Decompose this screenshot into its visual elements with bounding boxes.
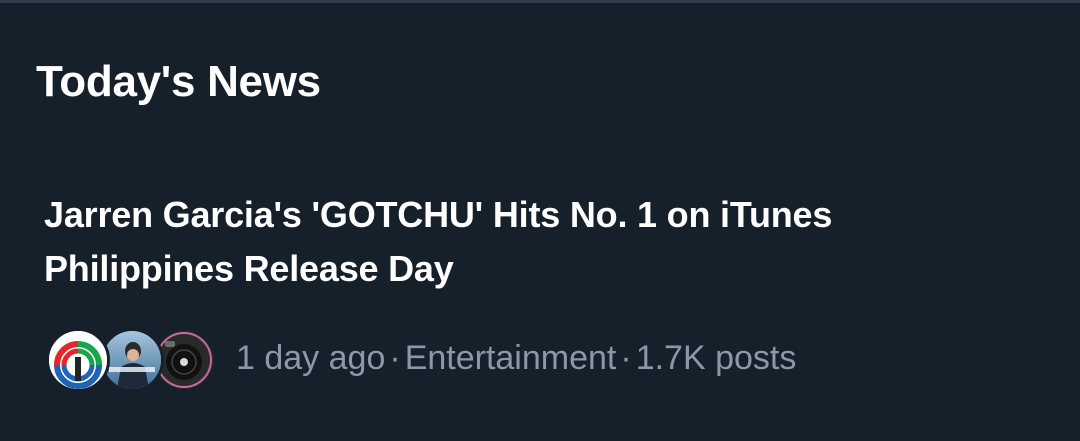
album-cover-icon [103, 331, 161, 389]
abs-cbn-logo-icon [49, 331, 107, 389]
abs-cbn-logo-avatar [46, 328, 110, 392]
news-item[interactable]: Jarren Garcia's 'GOTCHU' Hits No. 1 on i… [0, 170, 1080, 420]
news-meta-row: 1 day ago · Entertainment · 1.7K posts [46, 325, 796, 392]
news-category[interactable]: Entertainment [405, 339, 617, 377]
meta-separator: · [389, 339, 401, 377]
news-post-count: 1.7K posts [635, 339, 797, 377]
news-meta: 1 day ago · Entertainment · 1.7K posts [236, 338, 796, 378]
top-divider [0, 0, 1080, 3]
meta-separator: · [620, 339, 632, 377]
news-headline[interactable]: Jarren Garcia's 'GOTCHU' Hits No. 1 on i… [44, 188, 1004, 296]
avatar-stack [46, 325, 216, 392]
news-time: 1 day ago [236, 339, 386, 377]
section-title: Today's News [36, 57, 321, 106]
